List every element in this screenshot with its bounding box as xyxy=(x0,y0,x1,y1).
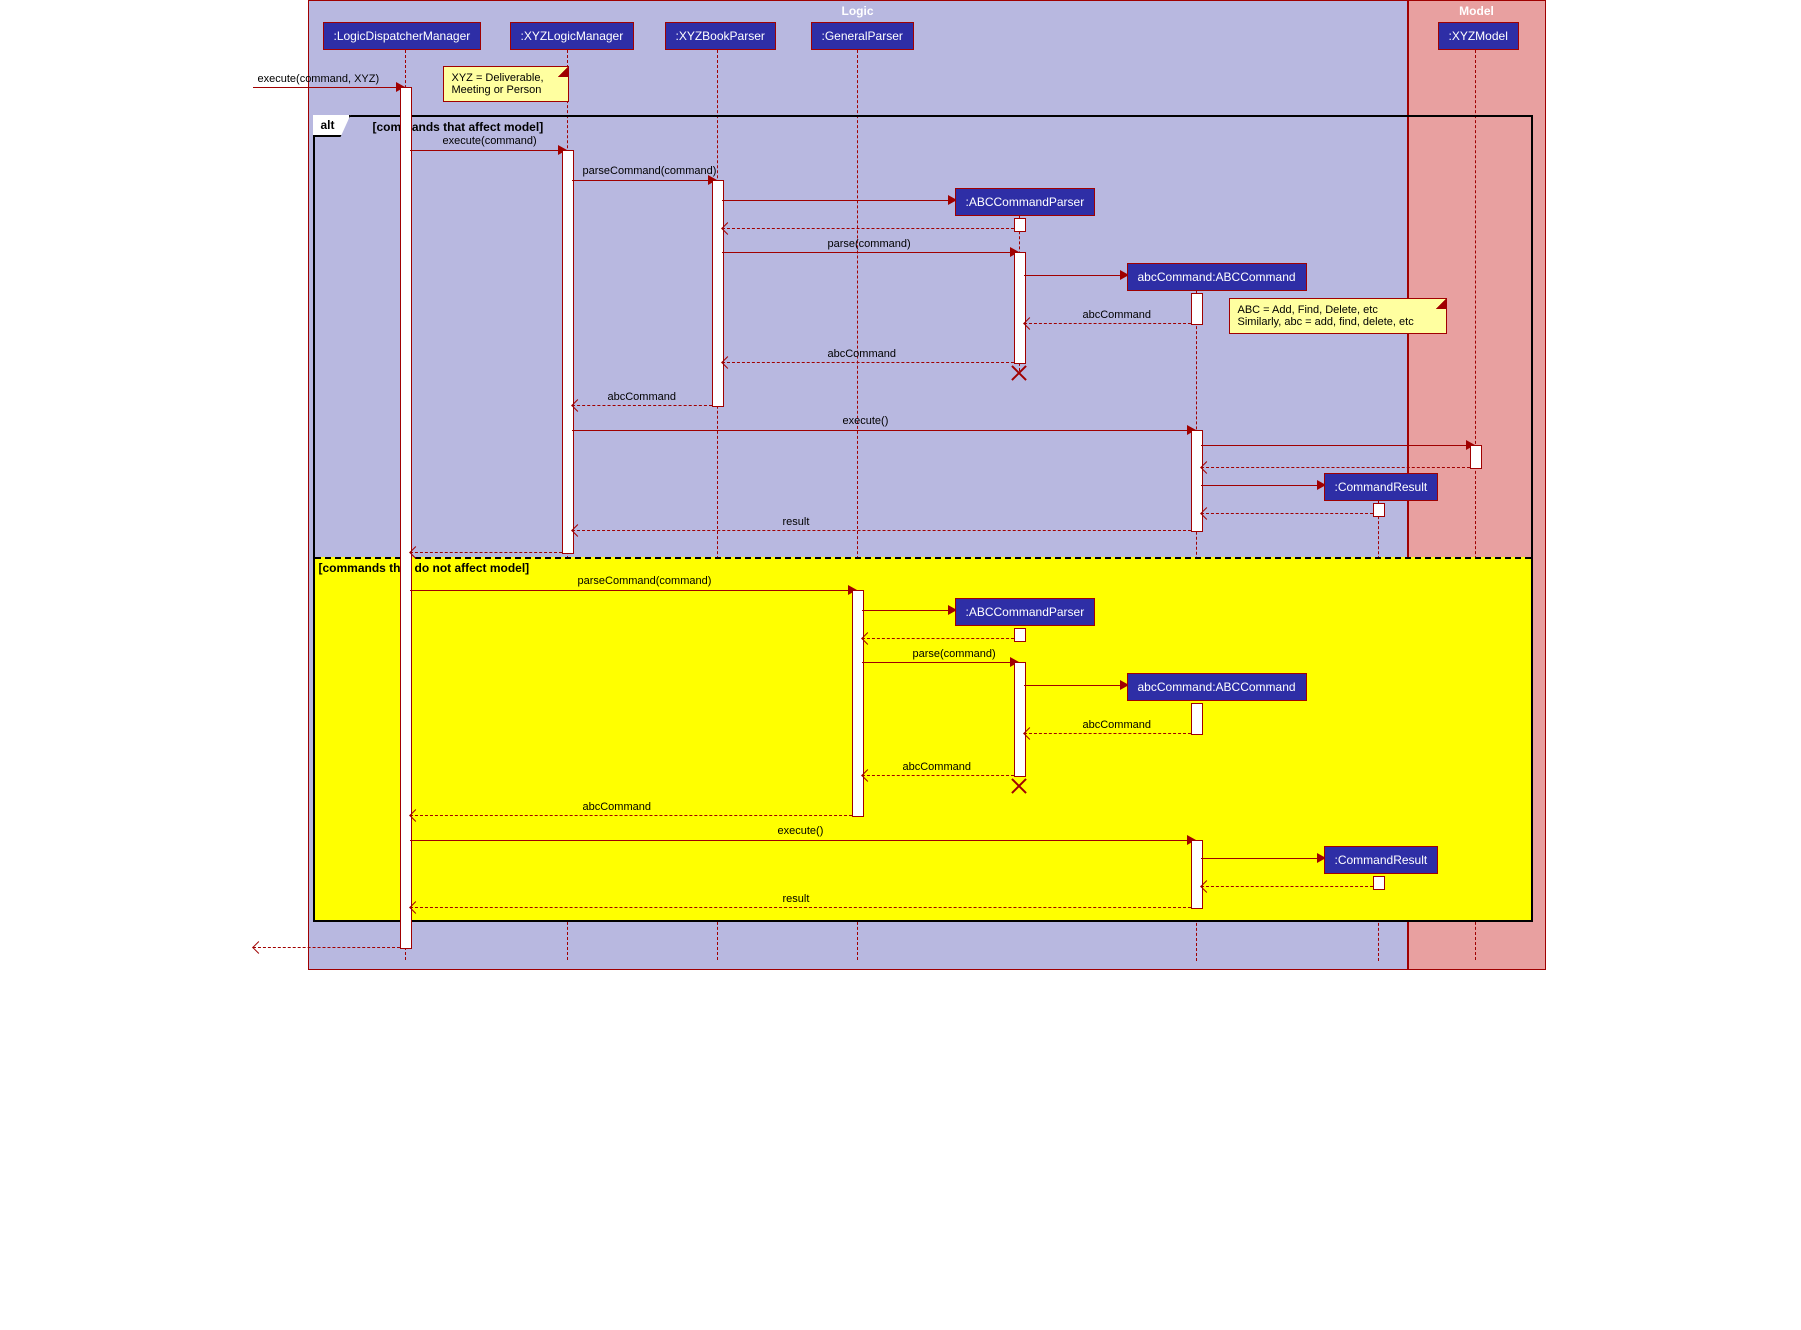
alt-guard1: [commands that affect model] xyxy=(373,120,544,134)
arrow-abccmd-ret3 xyxy=(572,405,712,406)
destroy-abcparser1 xyxy=(1009,362,1029,382)
msg-execute2: execute() xyxy=(778,825,824,837)
msg-result2: result xyxy=(783,893,810,905)
activation-abcparser1-a xyxy=(1014,218,1026,232)
activation-xyzlogic-1 xyxy=(562,150,574,554)
arrow-create-result1 xyxy=(1201,485,1321,486)
msg-execute: execute() xyxy=(843,415,889,427)
msg-parsecommand2: parseCommand(command) xyxy=(578,575,712,587)
activation-result1 xyxy=(1373,503,1385,517)
participant-abccommand2: abcCommand:ABCCommand xyxy=(1127,673,1307,701)
msg-execute-cmd: execute(command) xyxy=(443,135,537,147)
msg-abccmd2-ret2: abcCommand xyxy=(903,761,971,773)
arrow-create-abccmd2 xyxy=(1024,685,1124,686)
model-title: Model xyxy=(1409,1,1545,21)
arrow-abccmd2-ret2 xyxy=(862,775,1014,776)
arrow-return-abcparser1 xyxy=(722,228,1014,229)
arrow-abccmd-ret2 xyxy=(722,362,1014,363)
activation-abcparser2-b xyxy=(1014,662,1026,777)
participant-abcparser2: :ABCCommandParser xyxy=(955,598,1096,626)
arrow-abccmd2-ret1 xyxy=(1024,733,1191,734)
arrow-create-abcparser2 xyxy=(862,610,952,611)
arrow-abccmd2-ret3 xyxy=(410,815,852,816)
alt-divider xyxy=(315,557,1531,559)
activation-abcparser1-b xyxy=(1014,252,1026,364)
arrow-ret-result2 xyxy=(1201,886,1373,887)
msg-result: result xyxy=(783,516,810,528)
arrow-abccmd-ret1 xyxy=(1024,323,1191,324)
arrow-result2 xyxy=(410,907,1191,908)
msg-execute-xyz: execute(command, XYZ) xyxy=(258,73,380,85)
participant-xyzmodel: :XYZModel xyxy=(1438,22,1519,50)
arrow-execute xyxy=(572,430,1191,431)
activation-generalparser xyxy=(852,590,864,817)
arrow-create-abcparser1 xyxy=(722,200,952,201)
arrow-parse2 xyxy=(862,662,1014,663)
logic-title: Logic xyxy=(309,1,1407,21)
participant-abccommand1: abcCommand:ABCCommand xyxy=(1127,263,1307,291)
arrow-parse xyxy=(722,252,1014,253)
note-abc: ABC = Add, Find, Delete, etc Similarly, … xyxy=(1229,298,1447,334)
activation-abccmd1-a xyxy=(1191,293,1203,325)
msg-parsecommand: parseCommand(command) xyxy=(583,165,717,177)
msg-abccmd-ret3: abcCommand xyxy=(608,391,676,403)
arrow-execute-cmd xyxy=(410,150,562,151)
participant-dispatcher: :LogicDispatcherManager xyxy=(323,22,482,50)
arrow-final-return xyxy=(253,947,400,948)
activation-model xyxy=(1470,445,1482,469)
arrowhead-final-return xyxy=(252,941,265,954)
arrow-to-model xyxy=(1201,445,1470,446)
participant-xyzlogic: :XYZLogicManager xyxy=(510,22,635,50)
note-xyz: XYZ = Deliverable, Meeting or Person xyxy=(443,66,569,102)
alt-fragment: alt [commands that affect model] [comman… xyxy=(313,115,1533,922)
alt-guard2: [commands that do not affect model] xyxy=(319,561,530,575)
activation-abccmd2-a xyxy=(1191,703,1203,735)
activation-bookparser-1 xyxy=(712,180,724,407)
participant-cmdresult2: :CommandResult xyxy=(1324,846,1439,874)
arrow-result xyxy=(572,530,1191,531)
arrow-ret-abcparser2 xyxy=(862,638,1014,639)
activation-abccmd2-b xyxy=(1191,840,1203,909)
msg-parse: parse(command) xyxy=(828,238,911,250)
arrow-ret-dispatcher1 xyxy=(410,552,562,553)
activation-result2 xyxy=(1373,876,1385,890)
participant-bookparser: :XYZBookParser xyxy=(665,22,776,50)
arrow-execute-xyz xyxy=(253,87,400,88)
arrow-from-model xyxy=(1201,467,1470,468)
arrow-execute2 xyxy=(410,840,1191,841)
sequence-diagram: Logic Model :LogicDispatcherManager :XYZ… xyxy=(253,0,1549,974)
msg-abccmd-ret1: abcCommand xyxy=(1083,309,1151,321)
msg-abccmd2-ret3: abcCommand xyxy=(583,801,651,813)
arrow-parsecommand xyxy=(572,180,712,181)
activation-dispatcher xyxy=(400,87,412,949)
msg-parse2: parse(command) xyxy=(913,648,996,660)
participant-cmdresult1: :CommandResult xyxy=(1324,473,1439,501)
alt-label: alt xyxy=(313,115,351,137)
arrow-parsecommand2 xyxy=(410,590,852,591)
destroy-abcparser2 xyxy=(1009,775,1029,795)
participant-generalparser: :GeneralParser xyxy=(811,22,914,50)
arrow-create-abccmd1 xyxy=(1024,275,1124,276)
activation-abcparser2-a xyxy=(1014,628,1026,642)
arrow-ret-result1 xyxy=(1201,513,1373,514)
msg-abccmd-ret2: abcCommand xyxy=(828,348,896,360)
arrow-create-result2 xyxy=(1201,858,1321,859)
msg-abccmd2-ret1: abcCommand xyxy=(1083,719,1151,731)
participant-abcparser1: :ABCCommandParser xyxy=(955,188,1096,216)
